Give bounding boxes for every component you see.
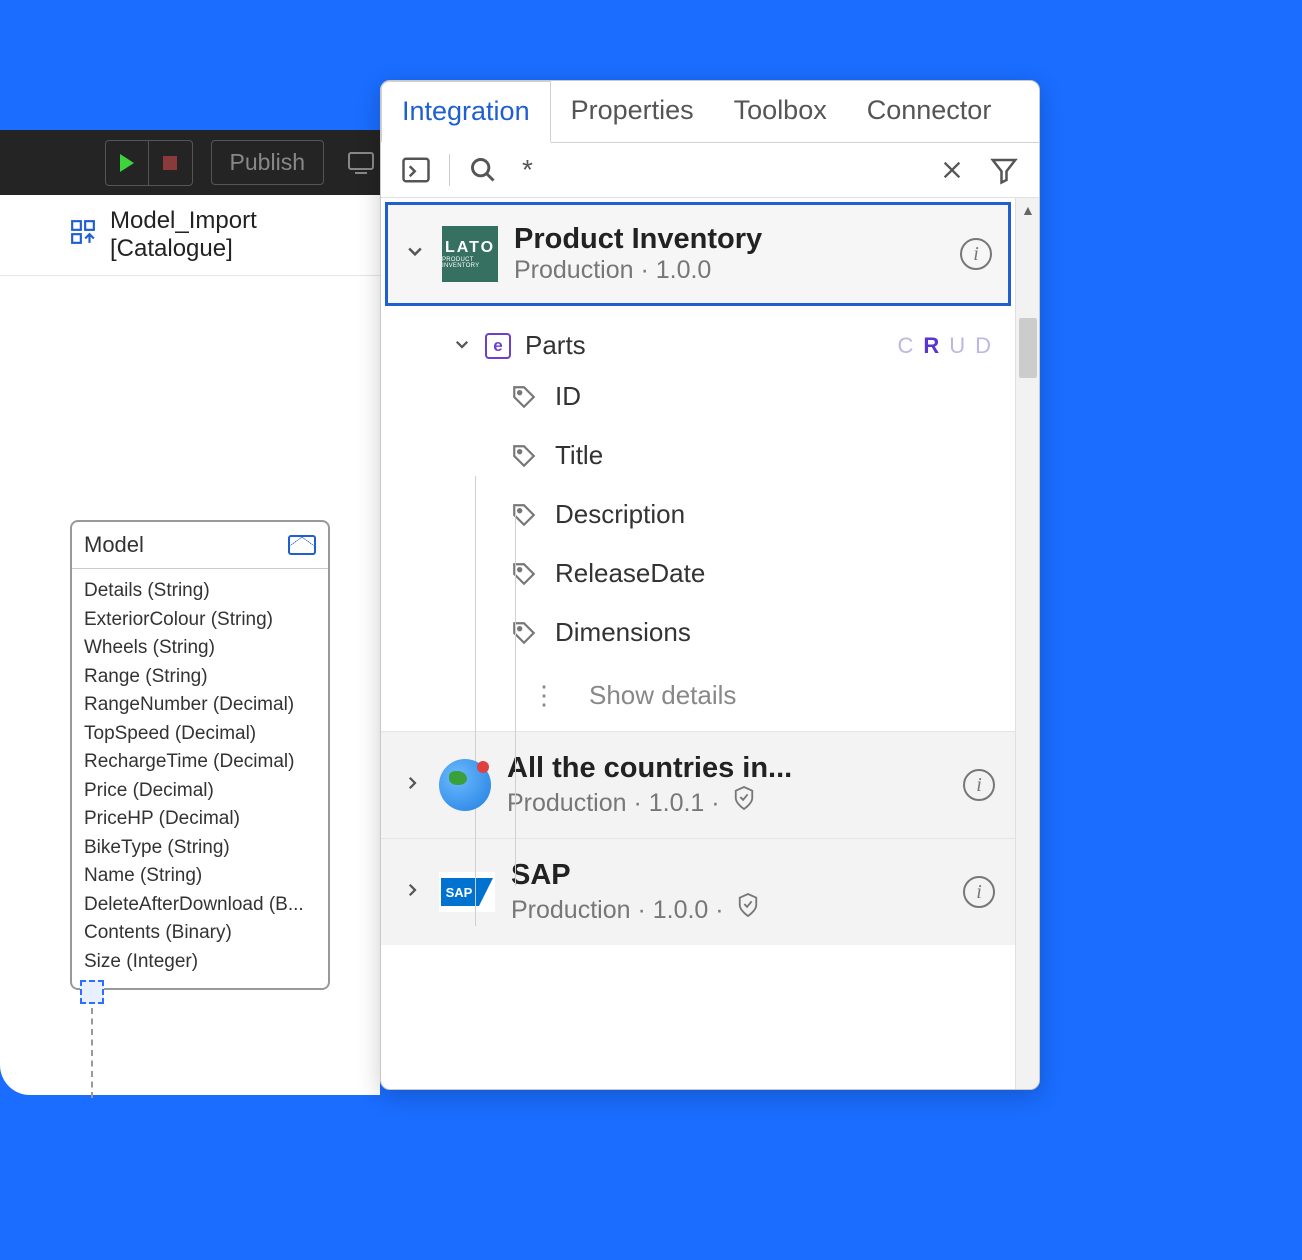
panel-toolbar: * bbox=[381, 143, 1039, 198]
model-attribute: Details (String) bbox=[84, 577, 316, 606]
tag-icon bbox=[511, 443, 537, 469]
device-icon[interactable] bbox=[342, 143, 380, 183]
stop-icon bbox=[163, 156, 177, 170]
model-attribute: Name (String) bbox=[84, 862, 316, 891]
model-attribute: Size (Integer) bbox=[84, 948, 316, 977]
scroll-up-icon[interactable]: ▲ bbox=[1021, 202, 1035, 218]
design-node-icon[interactable] bbox=[80, 980, 104, 1004]
entity-name: Parts bbox=[525, 330, 586, 361]
attribute-row[interactable]: Title bbox=[411, 426, 1011, 485]
model-card-header: Model bbox=[72, 522, 328, 569]
app-dark-toolbar: Publish bbox=[0, 130, 380, 195]
search-input[interactable]: * bbox=[516, 154, 919, 186]
filter-icon[interactable] bbox=[987, 153, 1021, 187]
scrollbar-thumb[interactable] bbox=[1019, 318, 1037, 378]
tab-properties[interactable]: Properties bbox=[551, 81, 714, 142]
model-attribute: Price (Decimal) bbox=[84, 777, 316, 806]
model-entity-card[interactable]: Model Details (String)ExteriorColour (St… bbox=[70, 520, 330, 990]
model-attribute: RechargeTime (Decimal) bbox=[84, 748, 316, 777]
integration-title: Product Inventory bbox=[514, 223, 944, 256]
model-attribute: ExteriorColour (String) bbox=[84, 606, 316, 635]
info-icon[interactable]: i bbox=[963, 876, 995, 908]
integration-sap[interactable]: SAP SAP Production · 1.0.0 · i bbox=[381, 838, 1015, 945]
search-icon[interactable] bbox=[466, 153, 500, 187]
chevron-down-icon[interactable] bbox=[451, 333, 473, 359]
model-card-body: Details (String)ExteriorColour (String)W… bbox=[72, 569, 328, 988]
model-attribute: PriceHP (Decimal) bbox=[84, 805, 316, 834]
integration-title: SAP bbox=[511, 859, 947, 892]
attribute-name: ReleaseDate bbox=[555, 558, 705, 589]
integration-countries[interactable]: All the countries in... Production · 1.0… bbox=[381, 731, 1015, 838]
model-card-title: Model bbox=[84, 532, 144, 558]
model-attribute: Wheels (String) bbox=[84, 634, 316, 663]
integration-subtitle: Production · 1.0.0 · bbox=[511, 892, 947, 925]
tab-toolbox[interactable]: Toolbox bbox=[714, 81, 847, 142]
publish-button[interactable]: Publish bbox=[211, 140, 324, 185]
entity-icon: e bbox=[485, 333, 511, 359]
model-attribute: RangeNumber (Decimal) bbox=[84, 691, 316, 720]
integration-title: All the countries in... bbox=[507, 752, 947, 785]
integration-product-inventory[interactable]: LATOPRODUCT INVENTORY Product Inventory … bbox=[385, 202, 1011, 306]
panel-tab-bar: IntegrationPropertiesToolboxConnector bbox=[381, 81, 1039, 143]
tab-connector[interactable]: Connector bbox=[847, 81, 1012, 142]
integration-subtitle: Production · 1.0.1 · bbox=[507, 785, 947, 818]
attribute-name: Dimensions bbox=[555, 617, 691, 648]
attribute-row[interactable]: ReleaseDate bbox=[411, 544, 1011, 603]
globe-icon bbox=[439, 759, 491, 811]
integration-tree: e Parts CRUD ID Title Description ReleaseDa… bbox=[411, 306, 1011, 731]
mail-icon bbox=[288, 535, 316, 555]
model-attribute: Range (String) bbox=[84, 663, 316, 692]
info-icon[interactable]: i bbox=[963, 769, 995, 801]
chevron-right-icon[interactable] bbox=[401, 772, 423, 798]
model-attribute: TopSpeed (Decimal) bbox=[84, 720, 316, 749]
attribute-row[interactable]: Dimensions bbox=[411, 603, 1011, 662]
connector-line bbox=[91, 1008, 93, 1098]
attribute-name: Description bbox=[555, 499, 685, 530]
lato-logo-icon: LATOPRODUCT INVENTORY bbox=[442, 226, 498, 282]
panel-body: ▲ LATOPRODUCT INVENTORY Product Inventor… bbox=[381, 198, 1039, 1089]
separator bbox=[449, 154, 450, 186]
shield-icon bbox=[733, 785, 755, 811]
attribute-name: ID bbox=[555, 381, 581, 412]
integration-subtitle: Production · 1.0.0 bbox=[514, 256, 944, 285]
entity-parts-row[interactable]: e Parts CRUD bbox=[411, 324, 1011, 367]
more-menu-icon[interactable]: ⋮ bbox=[531, 680, 557, 711]
attribute-row[interactable]: Description bbox=[411, 485, 1011, 544]
console-icon[interactable] bbox=[399, 153, 433, 187]
import-icon bbox=[70, 219, 96, 252]
shield-icon bbox=[737, 892, 759, 918]
clear-search-button[interactable] bbox=[935, 153, 969, 187]
chevron-right-icon[interactable] bbox=[401, 879, 423, 905]
attribute-name: Title bbox=[555, 440, 603, 471]
run-button[interactable] bbox=[105, 140, 149, 186]
tab-integration[interactable]: Integration bbox=[381, 81, 551, 143]
attribute-row[interactable]: ID bbox=[411, 367, 1011, 426]
model-attribute: DeleteAfterDownload (B... bbox=[84, 891, 316, 920]
scrollbar[interactable]: ▲ bbox=[1015, 198, 1039, 1089]
crud-badge: CRUD bbox=[897, 333, 1001, 359]
info-icon[interactable]: i bbox=[960, 238, 992, 270]
editor-tab-label: Model_Import [Catalogue] bbox=[110, 207, 366, 263]
show-details-link[interactable]: Show details bbox=[589, 680, 736, 711]
show-details-row: ⋮ Show details bbox=[411, 662, 1011, 731]
stop-button[interactable] bbox=[149, 140, 193, 186]
editor-tab-model-import[interactable]: Model_Import [Catalogue] bbox=[0, 195, 380, 276]
model-attribute: BikeType (String) bbox=[84, 834, 316, 863]
sap-logo-icon: SAP bbox=[439, 872, 495, 912]
chevron-down-icon[interactable] bbox=[404, 241, 426, 267]
model-attribute: Contents (Binary) bbox=[84, 919, 316, 948]
svg-text:SAP: SAP bbox=[446, 885, 473, 900]
integration-panel: IntegrationPropertiesToolboxConnector * … bbox=[380, 80, 1040, 1090]
play-icon bbox=[120, 154, 134, 172]
tag-icon bbox=[511, 384, 537, 410]
